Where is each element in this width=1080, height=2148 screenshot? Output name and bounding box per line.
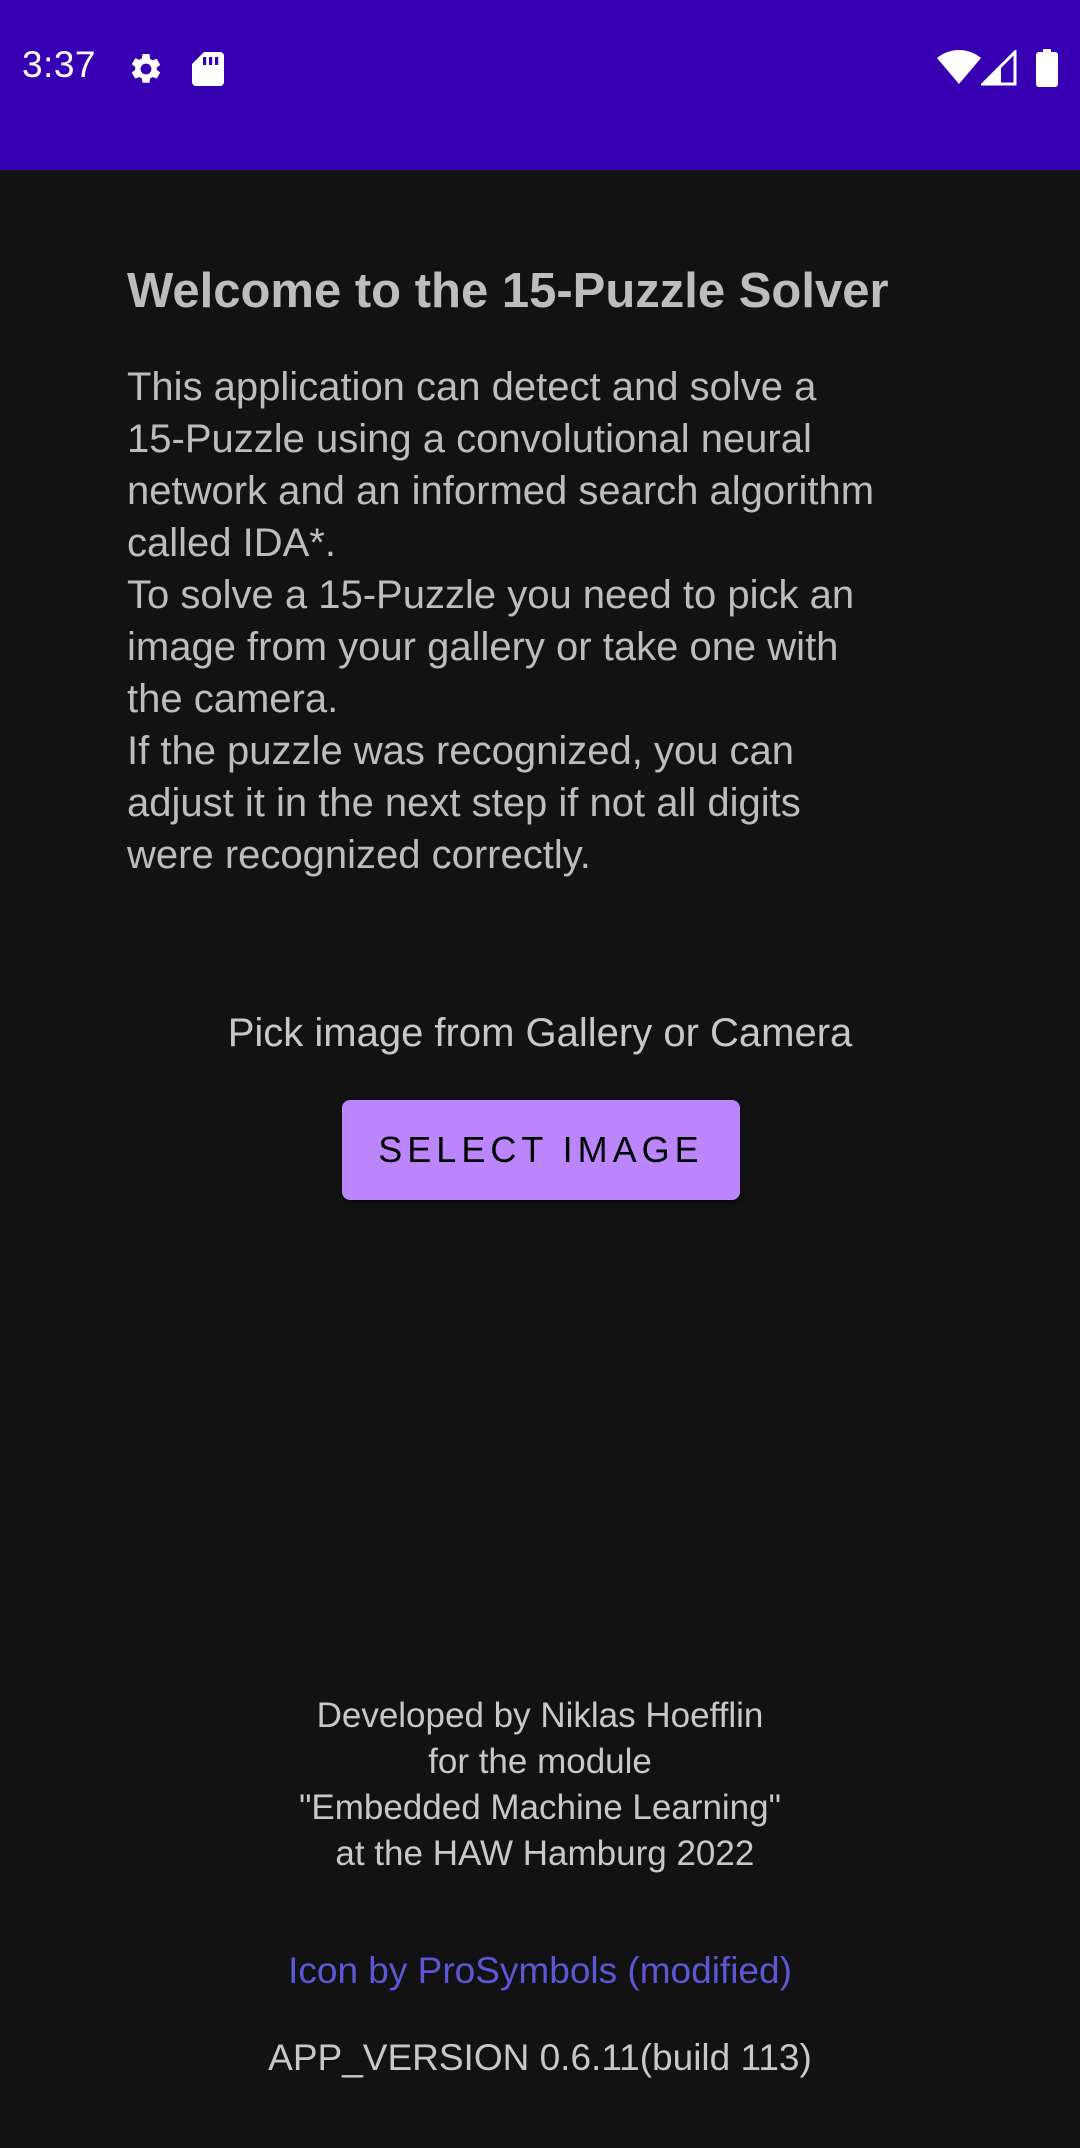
description-line: were recognized correctly. xyxy=(127,833,591,877)
description-line: adjust it in the next step if not all di… xyxy=(127,781,801,825)
sd-card-icon xyxy=(192,52,224,86)
status-time: 3:37 xyxy=(22,44,97,85)
credits-line: at the HAW Hamburg 2022 xyxy=(325,1834,755,1873)
select-image-button[interactable]: SELECT IMAGE xyxy=(342,1100,740,1200)
pick-image-label: Pick image from Gallery or Camera xyxy=(227,1011,853,1055)
icon-credit-link[interactable]: Icon by ProSymbols (modified) xyxy=(0,1945,1080,1997)
wifi-icon xyxy=(937,50,981,84)
description-line: This application can detect and solve a xyxy=(127,365,817,409)
status-bar: 3:37 xyxy=(0,0,1080,170)
credits-line: Developed by Niklas Hoefflin xyxy=(316,1696,764,1735)
description-line: called IDA*. xyxy=(127,521,336,565)
developer-credits: Developed by Niklas Hoefflin for the mod… xyxy=(0,1693,1080,1877)
battery-icon xyxy=(1036,49,1058,87)
description-line: image from your gallery or take one with xyxy=(127,625,839,669)
description-line: If the puzzle was recognized, you can xyxy=(127,729,795,773)
credits-line: for the module xyxy=(428,1742,652,1781)
intro-section: Welcome to the 15-Puzzle Solver This app… xyxy=(127,255,967,881)
page-title: Welcome to the 15-Puzzle Solver xyxy=(127,264,889,318)
app-version: APP_VERSION 0.6.11(build 113) xyxy=(268,2037,812,2078)
description-line: network and an informed search algorithm xyxy=(127,469,875,513)
description-line: the camera. xyxy=(127,677,339,721)
signal-icon xyxy=(981,50,1017,86)
description-line: 15-Puzzle using a convolutional neural xyxy=(127,417,812,461)
gear-icon xyxy=(131,53,161,83)
credits-line: "Embedded Machine Learning" xyxy=(298,1788,782,1827)
description-line: To solve a 15-Puzzle you need to pick an xyxy=(127,573,855,617)
description: This application can detect and solve a … xyxy=(127,361,967,881)
